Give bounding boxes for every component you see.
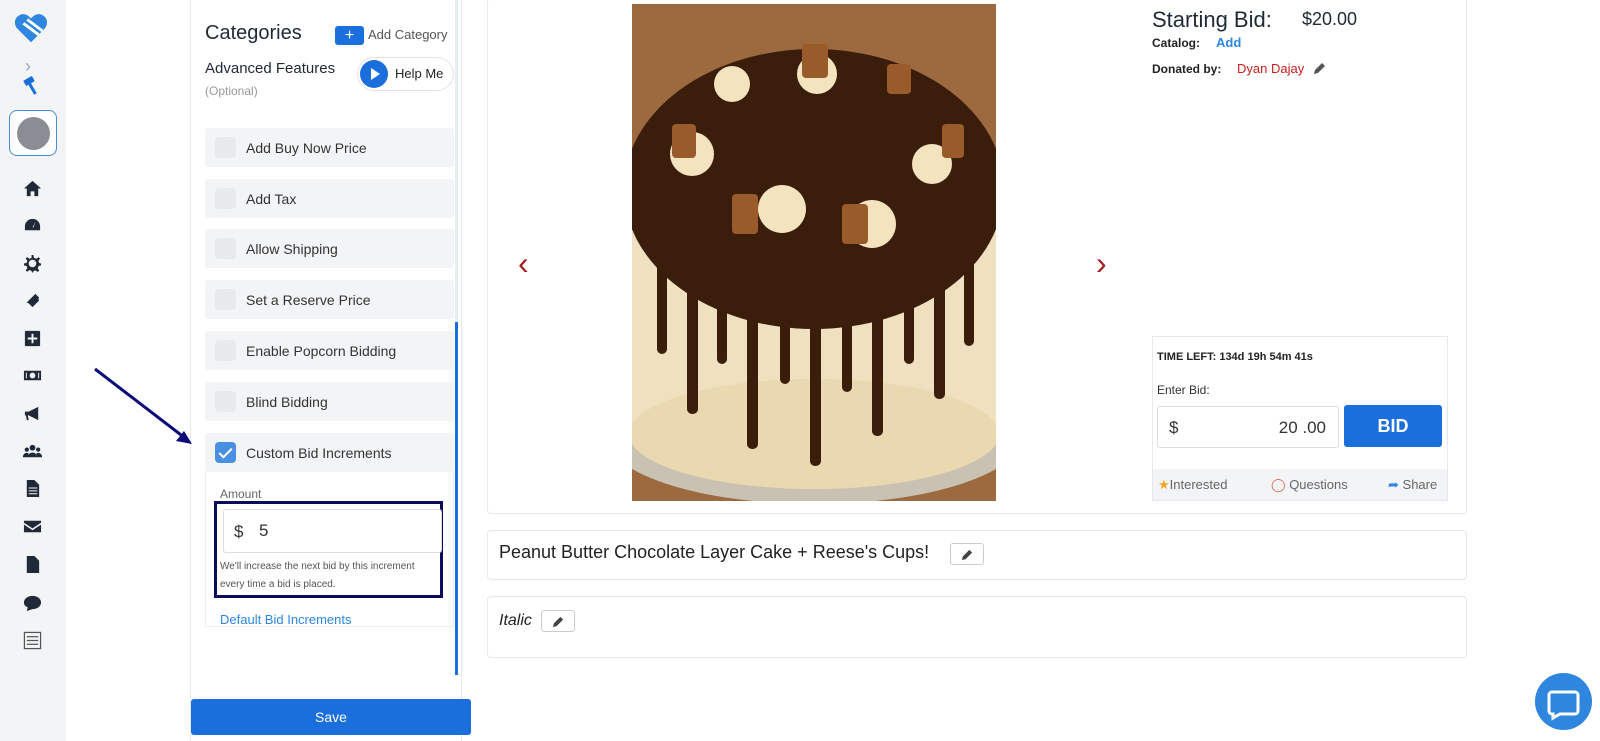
save-button[interactable]: Save: [191, 699, 471, 735]
advanced-features-title: Advanced Features: [205, 60, 336, 77]
envelope-icon[interactable]: [21, 515, 43, 537]
feature-popcorn-bidding[interactable]: Enable Popcorn Bidding: [205, 331, 454, 370]
check-icon[interactable]: [215, 442, 236, 463]
interested-label: Interested: [1169, 477, 1228, 492]
settings-panel: [190, 0, 462, 741]
amount-value[interactable]: 5: [259, 521, 268, 541]
pencil-icon[interactable]: [1313, 61, 1327, 75]
cake-image[interactable]: [632, 4, 996, 501]
questions-label: Questions: [1289, 477, 1348, 492]
questions-button[interactable]: ◯ Questions: [1271, 477, 1348, 493]
feature-label: Allow Shipping: [246, 241, 338, 257]
chat-bubble-icon[interactable]: [21, 591, 43, 613]
feature-label: Custom Bid Increments: [246, 445, 392, 461]
checkbox[interactable]: [215, 289, 236, 310]
advanced-features-subtitle: (Optional): [205, 84, 258, 98]
bid-value[interactable]: 20 .00: [1279, 418, 1326, 438]
catalog-add-link[interactable]: Add: [1216, 35, 1241, 50]
donor-name-link[interactable]: Dyan Dajay: [1237, 61, 1304, 76]
share-button[interactable]: ➦ Share: [1388, 477, 1437, 493]
amount-hint: We'll increase the next bid by this incr…: [220, 561, 415, 590]
bid-button[interactable]: BID: [1344, 405, 1442, 447]
feature-custom-bid-increments[interactable]: Custom Bid Increments: [205, 433, 454, 472]
time-left: TIME LEFT: 134d 19h 54m 41s: [1157, 351, 1313, 363]
starting-bid-label: Starting Bid:: [1152, 7, 1272, 32]
checkbox[interactable]: [215, 340, 236, 361]
item-description-card: [487, 596, 1467, 658]
edit-description-button[interactable]: [541, 610, 575, 632]
enter-bid-label: Enter Bid:: [1157, 383, 1210, 397]
help-me-button[interactable]: Help Me: [357, 57, 454, 91]
annotation-arrow: [94, 367, 192, 444]
feature-label: Enable Popcorn Bidding: [246, 343, 397, 359]
feature-shipping[interactable]: Allow Shipping: [205, 229, 454, 268]
prev-image-arrow[interactable]: ‹: [518, 245, 529, 282]
feature-label: Add Tax: [246, 191, 297, 207]
feature-buy-now[interactable]: Add Buy Now Price: [205, 128, 454, 167]
pencil-icon: [552, 616, 563, 627]
checkbox[interactable]: [215, 137, 236, 158]
play-icon: [360, 60, 388, 88]
sliders-icon[interactable]: [21, 629, 43, 651]
help-me-label: Help Me: [395, 66, 444, 81]
interested-button[interactable]: ★Interested: [1158, 477, 1227, 493]
checkbox[interactable]: [215, 238, 236, 259]
item-description: Italic: [499, 612, 532, 629]
bid-amount-field[interactable]: $ 20 .00: [1157, 406, 1339, 448]
add-category-icon[interactable]: +: [335, 26, 364, 45]
currency-symbol: $: [234, 522, 244, 541]
categories-title: Categories: [205, 22, 302, 44]
share-label: Share: [1402, 477, 1438, 492]
file-icon[interactable]: [21, 553, 43, 575]
panel-scrollbar-thumb[interactable]: [455, 322, 458, 675]
amount-field[interactable]: $ 5: [223, 509, 442, 553]
star-icon: ★: [1158, 477, 1170, 492]
document-icon[interactable]: [21, 477, 43, 499]
catalog-label: Catalog:: [1152, 36, 1200, 50]
support-chat-button[interactable]: [1535, 673, 1592, 730]
add-category-link[interactable]: Add Category: [368, 27, 448, 42]
checkbox[interactable]: [215, 391, 236, 412]
feature-reserve-price[interactable]: Set a Reserve Price: [205, 280, 454, 319]
feature-label: Blind Bidding: [246, 394, 328, 410]
chat-bubble-icon: [1547, 690, 1580, 721]
donated-by-label: Donated by:: [1152, 62, 1222, 76]
starting-bid-value: $20.00: [1302, 9, 1358, 29]
feature-tax[interactable]: Add Tax: [205, 179, 454, 218]
pencil-icon: [961, 549, 972, 560]
feature-label: Set a Reserve Price: [246, 292, 371, 308]
edit-title-button[interactable]: [950, 543, 984, 565]
share-icon: ➦: [1388, 477, 1399, 492]
feature-blind-bidding[interactable]: Blind Bidding: [205, 382, 454, 421]
default-bid-increments-link[interactable]: Default Bid Increments: [220, 612, 352, 627]
comment-icon: ◯: [1271, 477, 1286, 492]
currency-symbol: $: [1169, 418, 1179, 437]
item-title: Peanut Butter Chocolate Layer Cake + Ree…: [499, 542, 930, 562]
amount-label: Amount: [220, 487, 262, 501]
checkbox[interactable]: [215, 188, 236, 209]
next-image-arrow[interactable]: ›: [1096, 245, 1107, 282]
feature-label: Add Buy Now Price: [246, 140, 367, 156]
